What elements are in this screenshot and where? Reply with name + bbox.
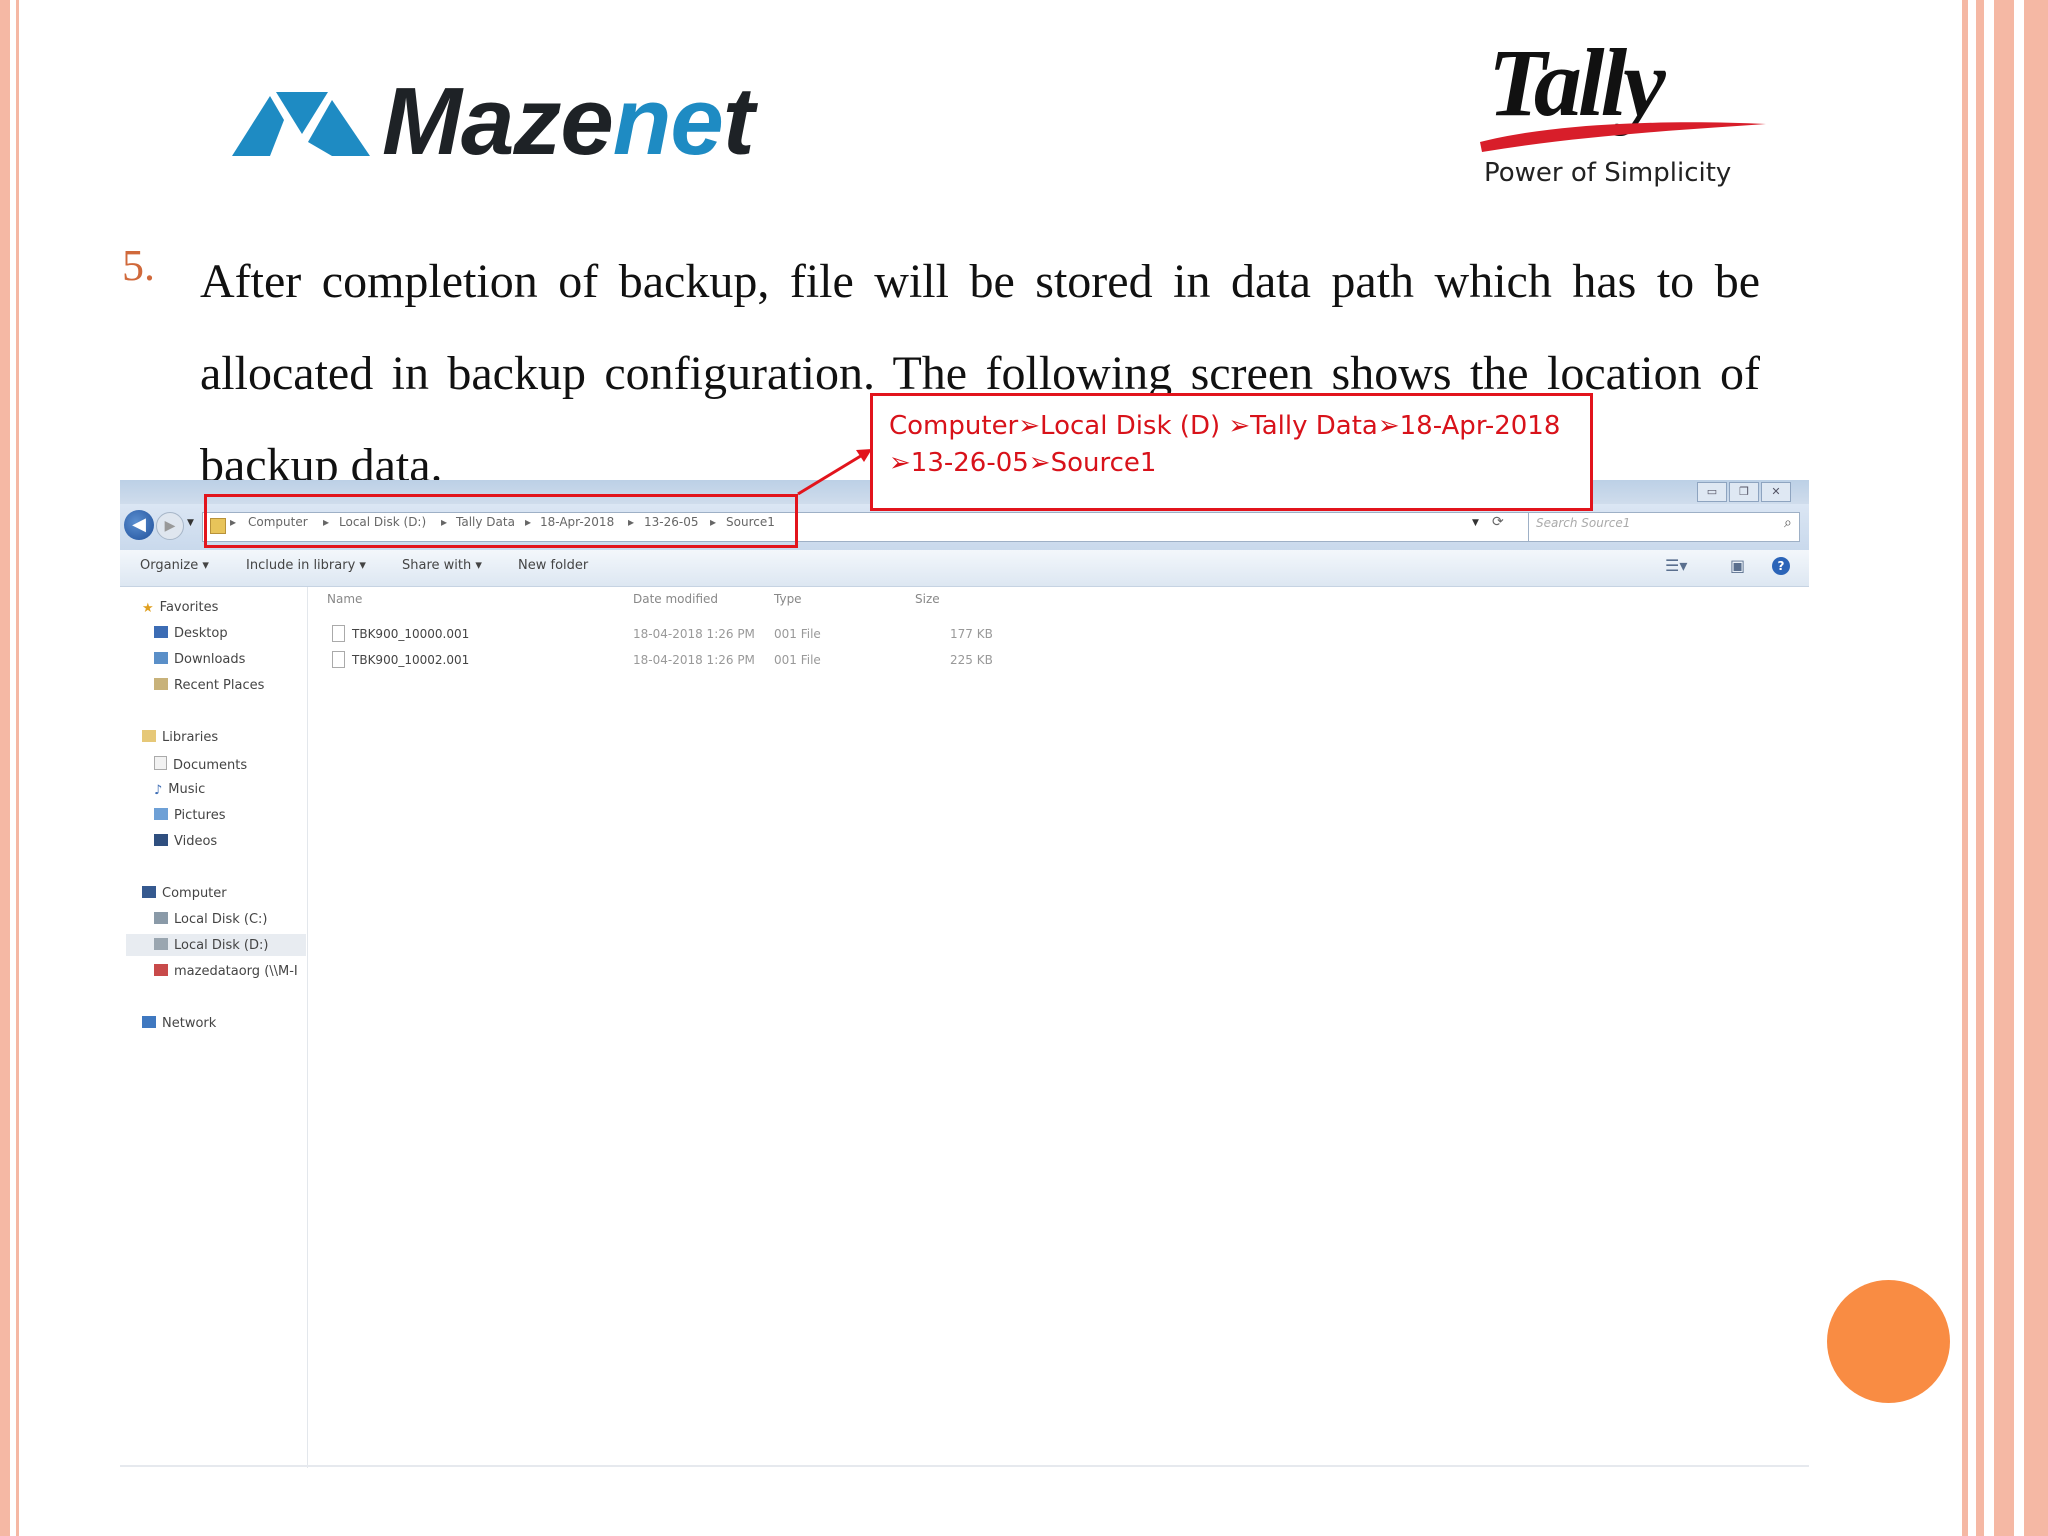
right-border-stripe-4: [2024, 0, 2048, 1536]
network-icon: [142, 1016, 156, 1028]
nav-local-disk-d[interactable]: Local Disk (D:): [154, 938, 268, 953]
callout-line-1: Computer➢Local Disk (D) ➢Tally Data➢18-A…: [889, 411, 1561, 441]
column-header-type[interactable]: Type: [774, 592, 802, 606]
help-icon[interactable]: ?: [1772, 557, 1790, 575]
nav-favorites[interactable]: ★ Favorites: [142, 600, 218, 616]
tally-logo: Tally Power of Simplicity: [1478, 28, 1778, 198]
nav-local-disk-c[interactable]: Local Disk (C:): [154, 912, 267, 927]
nav-network-share[interactable]: mazedataorg (\\M-I: [154, 964, 298, 979]
maximize-icon[interactable]: ❐: [1729, 482, 1759, 502]
search-placeholder: Search Source1: [1536, 516, 1631, 530]
view-options-icon[interactable]: ☰▾: [1665, 556, 1687, 575]
documents-icon: [154, 756, 167, 770]
command-toolbar: [120, 550, 1809, 587]
network-drive-icon: [154, 964, 168, 976]
tally-tagline: Power of Simplicity: [1484, 158, 1732, 188]
drive-c-icon: [154, 912, 168, 924]
search-icon[interactable]: ⌕: [1784, 515, 1792, 531]
mazenet-wordmark: Mazenet: [382, 68, 755, 175]
step-number: 5.: [122, 241, 155, 290]
mazenet-mark-icon: [232, 92, 370, 156]
callout-line-2: ➢13-26-05➢Source1: [889, 448, 1157, 478]
minimize-icon[interactable]: ▭: [1697, 482, 1727, 502]
file-icon: [332, 651, 345, 668]
left-border-stripe: [0, 0, 10, 1536]
file-type: 001 File: [774, 653, 821, 667]
nav-pictures[interactable]: Pictures: [154, 808, 225, 823]
drive-d-icon: [154, 938, 168, 950]
libraries-icon: [142, 730, 156, 742]
nav-music[interactable]: ♪ Music: [154, 782, 205, 798]
address-path-highlight-box: [204, 494, 798, 548]
organize-button[interactable]: Organize ▾: [140, 558, 209, 573]
pictures-icon: [154, 808, 168, 820]
include-in-library-button[interactable]: Include in library ▾: [246, 558, 366, 573]
refresh-icon[interactable]: ⟳: [1492, 514, 1504, 530]
nav-documents[interactable]: Documents: [154, 756, 247, 773]
share-with-button[interactable]: Share with ▾: [402, 558, 482, 573]
downloads-icon: [154, 652, 168, 664]
file-type: 001 File: [774, 627, 821, 641]
nav-recent-places[interactable]: Recent Places: [154, 678, 264, 693]
file-date: 18-04-2018 1:26 PM: [633, 627, 755, 641]
music-icon: ♪: [154, 783, 163, 798]
recent-places-icon: [154, 678, 168, 690]
file-name: TBK900_10002.001: [352, 653, 470, 667]
nav-network[interactable]: Network: [142, 1016, 216, 1031]
close-icon[interactable]: ✕: [1761, 482, 1791, 502]
back-arrow-icon[interactable]: ◀: [124, 510, 154, 540]
nav-libraries[interactable]: Libraries: [142, 730, 218, 745]
new-folder-button[interactable]: New folder: [518, 558, 588, 573]
address-dropdown-icon[interactable]: ▼: [1472, 518, 1479, 528]
explorer-window-screenshot: ▭ ❐ ✕ ◀ ▶ ▼ ▸ Computer ▸ Local Disk (D:)…: [120, 480, 1809, 1468]
nav-desktop[interactable]: Desktop: [154, 626, 228, 641]
nav-downloads[interactable]: Downloads: [154, 652, 245, 667]
column-header-name[interactable]: Name: [327, 592, 362, 606]
left-border-line: [16, 0, 19, 1536]
desktop-icon: [154, 626, 168, 638]
window-bottom-edge: [120, 1465, 1809, 1467]
computer-icon: [142, 886, 156, 898]
right-border-stripe-2: [1976, 0, 1984, 1536]
file-date: 18-04-2018 1:26 PM: [633, 653, 755, 667]
forward-arrow-icon[interactable]: ▶: [156, 512, 184, 540]
file-size: 177 KB: [950, 627, 993, 641]
right-border-stripe-1: [1962, 0, 1968, 1536]
right-border-stripe-3: [1994, 0, 2014, 1536]
preview-pane-icon[interactable]: ▣: [1730, 556, 1745, 575]
star-icon: ★: [142, 601, 154, 616]
file-size: 225 KB: [950, 653, 993, 667]
file-icon: [332, 625, 345, 642]
nav-videos[interactable]: Videos: [154, 834, 217, 849]
file-name: TBK900_10000.001: [352, 627, 470, 641]
column-header-size[interactable]: Size: [915, 592, 940, 606]
history-dropdown-icon[interactable]: ▼: [187, 518, 194, 528]
videos-icon: [154, 834, 168, 846]
column-header-date-modified[interactable]: Date modified: [633, 592, 718, 606]
path-callout-box: Computer➢Local Disk (D) ➢Tally Data➢18-A…: [870, 393, 1593, 511]
tally-swoosh-icon: [1480, 122, 1766, 152]
nav-computer[interactable]: Computer: [142, 886, 227, 901]
orange-circle-decoration: [1827, 1280, 1950, 1403]
